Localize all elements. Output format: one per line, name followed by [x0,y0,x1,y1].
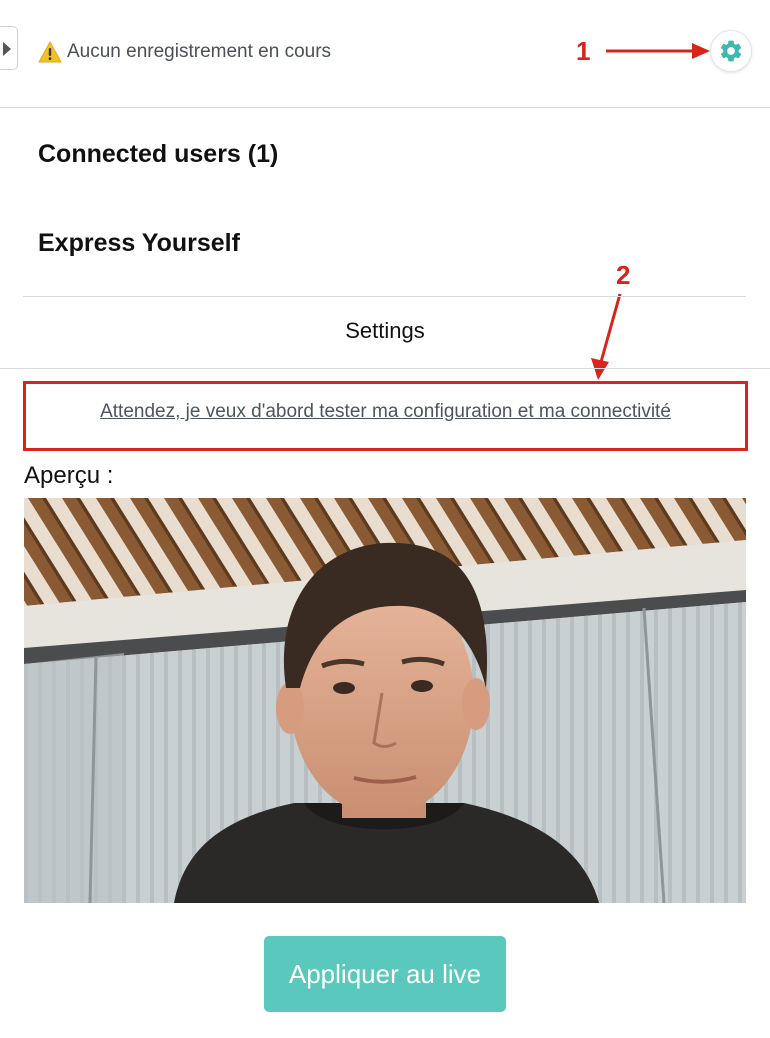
chevron-right-icon [3,42,11,56]
sidebar-toggle-button[interactable] [0,26,18,70]
settings-button[interactable] [711,31,751,71]
settings-tab[interactable]: Settings [0,318,770,344]
express-yourself-heading[interactable]: Express Yourself [38,229,240,258]
settings-divider [0,368,770,369]
test-configuration-link[interactable]: Attendez, je veux d'abord tester ma conf… [23,401,748,423]
annotation-number-2: 2 [616,260,631,290]
gear-icon [720,40,742,62]
section-divider [23,296,746,297]
header-divider [0,107,770,108]
camera-preview-image [24,498,746,903]
apply-to-live-button[interactable]: Appliquer au live [264,936,506,1012]
recording-status: Aucun enregistrement en cours [38,40,331,64]
warning-icon [38,41,62,63]
preview-label: Aperçu : [24,462,114,489]
annotation-number-1: 1 [576,36,591,66]
annotation-arrow-1 [606,43,710,59]
status-text: Aucun enregistrement en cours [67,41,332,62]
camera-preview [24,498,746,903]
connected-users-heading[interactable]: Connected users (1) [38,140,278,169]
